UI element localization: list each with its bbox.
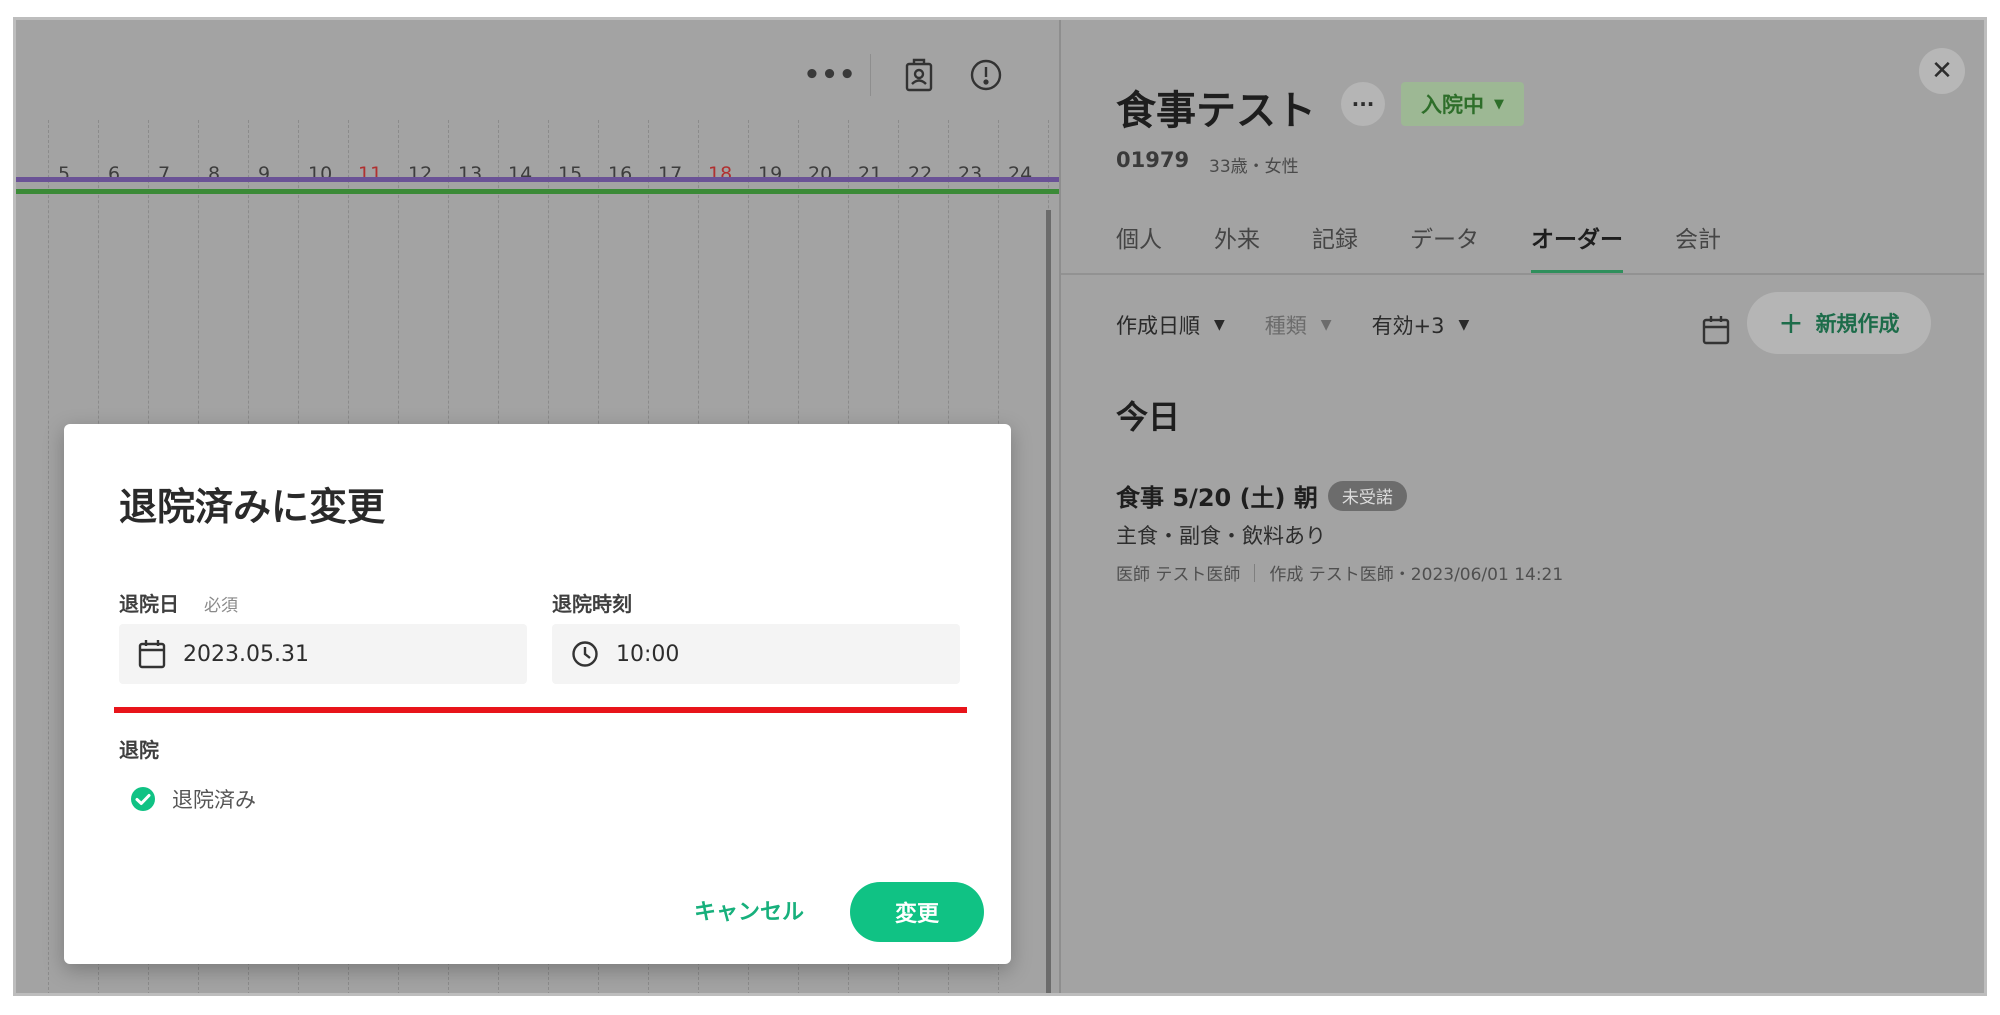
discharged-option-label: 退院済み	[172, 788, 256, 812]
section-heading-today: 今日	[1116, 398, 1181, 436]
dialog-title: 退院済みに変更	[119, 485, 386, 529]
tab-records[interactable]: 記録	[1312, 220, 1358, 274]
check-circle-icon	[130, 786, 156, 812]
tab-personal[interactable]: 個人	[1116, 220, 1162, 274]
plus-icon: +	[1778, 305, 1804, 341]
sort-label: 作成日順	[1116, 314, 1200, 338]
tab-orders[interactable]: オーダー	[1531, 220, 1623, 274]
timeline-period-bar	[16, 177, 1059, 182]
sort-dropdown[interactable]: 作成日順 ▼	[1116, 310, 1225, 340]
more-options-icon[interactable]: •••	[804, 55, 856, 95]
type-label: 種類	[1264, 314, 1307, 338]
tab-outpatient[interactable]: 外来	[1214, 220, 1260, 274]
discharge-date-field[interactable]: 2023.05.31	[119, 624, 527, 684]
alert-circle-icon[interactable]	[966, 55, 1006, 95]
patient-id: 01979	[1116, 148, 1190, 172]
order-meta: 医師 テスト医師 作成 テスト医師・2023/06/01 14:21	[1116, 560, 1563, 585]
cancel-button[interactable]: キャンセル	[679, 884, 819, 936]
required-tag: 必須	[204, 596, 238, 616]
admission-status-dropdown[interactable]: 入院中 ▼	[1401, 82, 1524, 126]
highlight-underline	[114, 707, 967, 713]
meta-divider	[1254, 563, 1256, 582]
calendar-icon	[137, 639, 167, 669]
tab-billing[interactable]: 会計	[1675, 220, 1721, 274]
order-item[interactable]: 食事 5/20 (土) 朝 未受諾	[1116, 478, 1407, 513]
timeline-scrollbar[interactable]	[1046, 210, 1051, 993]
timeline-day-divider	[48, 120, 49, 993]
caret-down-icon: ▼	[1214, 317, 1225, 333]
patient-age-sex: 33歳・女性	[1209, 157, 1299, 177]
close-button[interactable]: ✕	[1919, 48, 1965, 94]
confirm-change-button[interactable]: 変更	[850, 882, 984, 942]
order-detail: 主食・副食・飲料あり	[1116, 524, 1326, 548]
toolbar-divider	[870, 54, 871, 96]
new-order-label: 新規作成	[1815, 312, 1900, 336]
discharge-date-value: 2023.05.31	[183, 641, 309, 667]
patient-tabs: 個人 外来 記録 データ オーダー 会計	[1116, 220, 1773, 274]
discharge-section-label: 退院	[119, 738, 159, 762]
order-status-badge: 未受諾	[1327, 480, 1407, 511]
tab-data[interactable]: データ	[1410, 220, 1479, 274]
timeline-admission-bar	[16, 189, 1059, 194]
new-order-button[interactable]: + 新規作成	[1747, 292, 1931, 354]
validity-label: 有効+3	[1371, 314, 1445, 338]
type-dropdown[interactable]: 種類 ▼	[1265, 310, 1332, 340]
patient-panel: ✕ 食事テスト ··· 入院中 ▼ 01979 33歳・女性 個人 外来 記録 …	[1059, 20, 1984, 993]
discharge-time-field[interactable]: 10:00	[552, 624, 960, 684]
validity-dropdown[interactable]: 有効+3 ▼	[1372, 310, 1470, 340]
tab-divider	[1061, 273, 1984, 275]
patient-name: 食事テスト	[1116, 88, 1316, 134]
calendar-icon[interactable]	[1698, 312, 1734, 348]
clock-icon	[570, 639, 600, 669]
caret-down-icon: ▼	[1320, 317, 1332, 333]
discharge-date-label: 退院日	[119, 592, 179, 616]
admission-status-label: 入院中	[1421, 93, 1484, 117]
caret-down-icon: ▼	[1494, 96, 1504, 112]
discharge-time-value: 10:00	[616, 641, 680, 667]
discharge-time-label: 退院時刻	[552, 592, 632, 616]
id-badge-icon[interactable]	[899, 55, 939, 95]
discharged-option[interactable]: 退院済み	[130, 784, 256, 814]
order-title: 食事 5/20 (土) 朝	[1116, 484, 1318, 512]
caret-down-icon: ▼	[1458, 317, 1470, 333]
patient-more-icon[interactable]: ···	[1341, 82, 1385, 126]
order-doctor: 医師 テスト医師	[1116, 565, 1241, 585]
app-window: ••• 5 6 7 8 9 10 11 12 13 14 15 16 17 18 19 20 21 22 23 24 …	[13, 17, 1987, 996]
discharge-dialog: 退院済みに変更 退院日 必須 退院時刻 2023.05.31 10:00 退院 …	[64, 424, 1011, 964]
order-created: 作成 テスト医師・2023/06/01 14:21	[1269, 565, 1564, 585]
order-filters: 作成日順 ▼ 種類 ▼ 有効+3 ▼	[1116, 310, 1509, 340]
